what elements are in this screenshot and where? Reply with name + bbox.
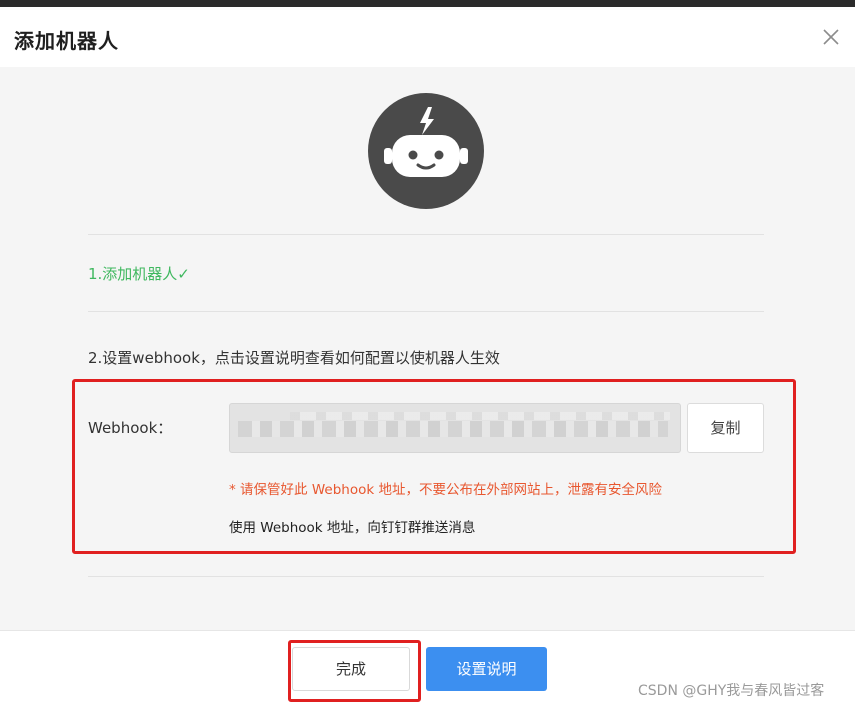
- webhook-label: Webhook：: [88, 419, 173, 437]
- done-button[interactable]: 完成: [292, 647, 410, 691]
- dialog-title: 添加机器人: [14, 29, 119, 53]
- close-icon[interactable]: [821, 27, 841, 47]
- webhook-usage-note: 使用 Webhook 地址，向钉钉群推送消息: [229, 520, 476, 536]
- copy-button[interactable]: 复制: [687, 403, 764, 453]
- dialog-header: 添加机器人: [0, 7, 855, 67]
- watermark: CSDN @GHY我与春风皆过客: [638, 683, 825, 699]
- window-top-strip: [0, 0, 855, 7]
- step-2-label: 2.设置webhook，点击设置说明查看如何配置以使机器人生效: [88, 349, 500, 367]
- webhook-url-field[interactable]: [229, 403, 681, 453]
- divider: [88, 576, 764, 577]
- security-warning: * 请保管好此 Webhook 地址，不要公布在外部网站上，泄露有安全风险: [229, 482, 662, 498]
- divider: [88, 234, 764, 235]
- redacted-url-overlay: [290, 412, 670, 420]
- redacted-url: [238, 421, 668, 437]
- robot-icon: [368, 93, 484, 209]
- step-1-label: 1.添加机器人✓: [88, 265, 190, 283]
- divider: [88, 311, 764, 312]
- setup-instructions-button[interactable]: 设置说明: [426, 647, 547, 691]
- dialog-body: 1.添加机器人✓ 2.设置webhook，点击设置说明查看如何配置以使机器人生效…: [0, 67, 855, 630]
